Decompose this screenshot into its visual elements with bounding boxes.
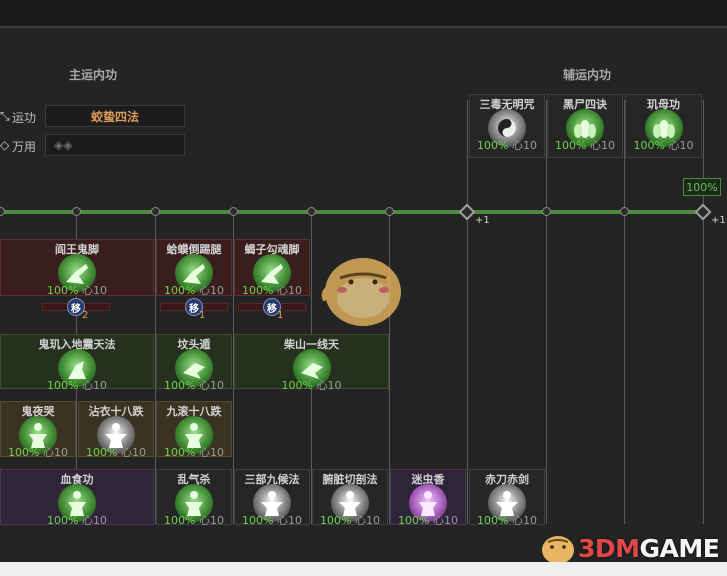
skill-card[interactable]: 鬼夜哭 100% 心10 xyxy=(0,401,76,459)
universal-label: 万用 xyxy=(12,140,37,154)
skill-percent: 100% xyxy=(477,139,509,152)
skill-percent: 100% xyxy=(47,514,79,527)
skill-percent: 100% xyxy=(477,514,509,527)
skill-cost: 心10 xyxy=(276,514,302,527)
milestone-bonus: +1 xyxy=(475,215,490,226)
main-section-title: 主运内功 xyxy=(48,66,138,83)
skill-percent: 100% xyxy=(320,514,352,527)
skill-cost: 心10 xyxy=(81,284,107,297)
skill-cost: 心10 xyxy=(511,514,537,527)
run-value-field[interactable]: 蛟蛰四法 xyxy=(45,105,185,127)
skill-card[interactable]: 蝎子勾魂脚 100% 心10 xyxy=(234,239,310,297)
milestone-bonus: +1 xyxy=(711,215,726,226)
skill-cost: 心10 xyxy=(81,514,107,527)
bottom-bar xyxy=(0,562,727,576)
track-node xyxy=(385,207,394,216)
skill-cost: 心10 xyxy=(511,139,537,152)
skill-card[interactable]: 赤刀赤剑 100% 心10 xyxy=(469,469,545,527)
mascot-logo-icon xyxy=(542,536,574,564)
skill-cost: 心10 xyxy=(42,446,68,459)
column-line xyxy=(467,100,468,524)
skill-card[interactable]: 阎王鬼脚 100% 心10 xyxy=(0,239,154,297)
skill-percent: 100% xyxy=(164,446,196,459)
skill-card[interactable]: 乱气杀 100% 心10 xyxy=(156,469,232,527)
skill-card[interactable]: 血食功 100% 心10 xyxy=(0,469,154,527)
aux-section-title: 辅运内功 xyxy=(542,66,632,83)
track-node xyxy=(72,207,81,216)
skill-percent: 100% xyxy=(633,139,665,152)
universal-value-field[interactable]: ◈◈ xyxy=(45,134,185,156)
skill-cost: 心10 xyxy=(120,446,146,459)
move-count: 1 xyxy=(199,310,206,321)
track-node xyxy=(620,207,629,216)
mascot-watermark-icon xyxy=(321,258,401,326)
skill-percent: 100% xyxy=(242,514,274,527)
skill-percent: 100% xyxy=(47,284,79,297)
column-line xyxy=(703,100,704,524)
skill-cost: 心10 xyxy=(668,139,694,152)
skill-card[interactable]: 玑母功 100% 心10 xyxy=(625,94,702,158)
track-node xyxy=(307,207,316,216)
skill-card[interactable]: 三部九候法 100% 心10 xyxy=(234,469,310,527)
skill-cost: 心10 xyxy=(81,379,107,392)
top-bar xyxy=(0,0,727,26)
column-line xyxy=(546,100,547,524)
skill-cost: 心10 xyxy=(354,514,380,527)
skill-percent: 100% xyxy=(8,446,40,459)
skill-cost: 心10 xyxy=(316,379,342,392)
skill-card[interactable]: 迷虫香 100% 心10 xyxy=(390,469,466,527)
skill-percent: 100% xyxy=(164,379,196,392)
skill-cost: 心10 xyxy=(198,379,224,392)
skill-percent: 100% xyxy=(398,514,430,527)
skill-card[interactable]: 九滚十八跌 100% 心10 xyxy=(156,401,232,459)
skill-percent: 100% xyxy=(555,139,587,152)
track-node xyxy=(229,207,238,216)
track-node xyxy=(542,207,551,216)
skill-card[interactable]: 黑尸四诀 100% 心10 xyxy=(547,94,623,158)
move-count: 1 xyxy=(277,310,284,321)
skill-card[interactable]: 坟头遁 100% 心10 xyxy=(156,334,232,392)
track-node xyxy=(151,207,160,216)
skill-percent: 100% xyxy=(86,446,118,459)
skill-cost: 心10 xyxy=(276,284,302,297)
watermark-suffix: GAME xyxy=(639,533,720,563)
skill-cost: 心10 xyxy=(432,514,458,527)
skill-percent: 100% xyxy=(242,284,274,297)
skill-cost: 心10 xyxy=(198,514,224,527)
progress-track xyxy=(0,210,705,214)
run-icon: ⤡ xyxy=(0,109,10,123)
skill-percent: 100% xyxy=(164,514,196,527)
universal-icon: ◇ xyxy=(0,138,10,152)
skill-cost: 心10 xyxy=(589,139,615,152)
skill-card[interactable]: 柴山一线天 100% 心10 xyxy=(234,334,389,392)
skill-card[interactable]: 蛤蟆倒踢腿 100% 心10 xyxy=(156,239,232,297)
skill-card[interactable]: 腑脏切剖法 100% 心10 xyxy=(312,469,388,527)
watermark-prefix: 3DM xyxy=(578,533,640,563)
column-line xyxy=(624,100,625,524)
run-label: 运功 xyxy=(12,111,37,125)
skill-card[interactable]: 鬼玑入地震天法 100% 心10 xyxy=(0,334,154,392)
skill-percent: 100% xyxy=(281,379,313,392)
skill-card[interactable]: 三毒无明咒 100% 心10 xyxy=(469,94,545,158)
skill-percent: 100% xyxy=(47,379,79,392)
skill-card[interactable]: 沾衣十八跌 100% 心10 xyxy=(78,401,154,459)
skill-cost: 心10 xyxy=(198,284,224,297)
progress-percent: 100% xyxy=(683,178,721,196)
skill-percent: 100% xyxy=(164,284,196,297)
skill-cost: 心10 xyxy=(198,446,224,459)
move-count: 2 xyxy=(82,310,89,321)
